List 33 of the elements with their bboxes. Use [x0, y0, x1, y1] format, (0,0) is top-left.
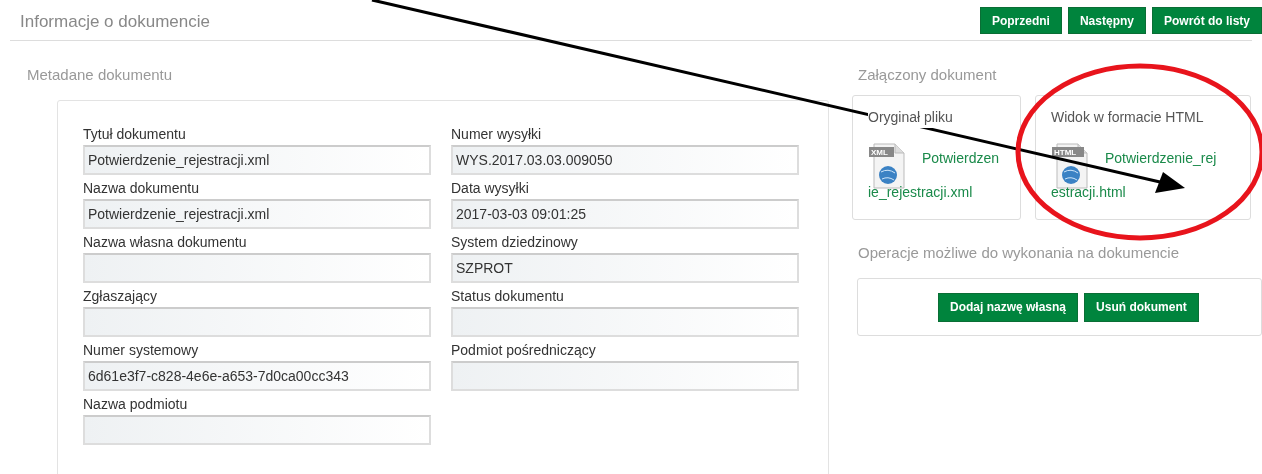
field-label: System dziedzinowy — [451, 232, 579, 251]
field-label: Numer systemowy — [83, 340, 200, 359]
field-label: Nazwa podmiotu — [83, 394, 189, 413]
field-label: Zgłaszający — [83, 286, 158, 305]
field-label: Nazwa dokumentu — [83, 178, 200, 197]
input-field[interactable]: Potwierdzenie_rejestracji.xml — [83, 144, 431, 175]
input-field[interactable]: 6d61e3f7-c828-4e6e-a653-7d0ca00cc343 — [83, 360, 431, 391]
input-field[interactable] — [451, 306, 799, 337]
field-label: Numer wysyłki — [451, 124, 543, 143]
section-title: Operacje możliwe do wykonania na dokumencie — [858, 242, 1180, 263]
input-field[interactable]: SZPROT — [451, 252, 799, 283]
input-field[interactable] — [83, 252, 431, 283]
nav-button[interactable]: Poprzedni — [979, 7, 1062, 34]
input-field[interactable]: 2017-03-03 09:01:25 — [451, 198, 799, 229]
file-link[interactable]: HTML Potwierdzenie_rejestracji.html — [1051, 140, 1240, 209]
section-title: Załączony dokument — [858, 65, 998, 85]
input-field[interactable]: Potwierdzenie_rejestracji.xml — [83, 198, 431, 229]
field-label: Nazwa własna dokumentu — [83, 232, 248, 251]
input-field[interactable] — [83, 414, 431, 445]
file-link[interactable]: XML Potwierdzenie_rejestracji.xml — [868, 140, 1010, 209]
nav-button[interactable]: Następny — [1067, 7, 1146, 34]
operation-button[interactable]: Dodaj nazwę własną — [938, 292, 1079, 322]
input-field[interactable]: WYS.2017.03.03.009050 — [451, 144, 799, 175]
field-label: Podmiot pośredniczący — [451, 340, 597, 359]
input-field[interactable] — [451, 360, 799, 391]
operation-button[interactable]: Usuń dokument — [1084, 292, 1199, 322]
input-field[interactable] — [83, 306, 431, 337]
field-label: Status dokumentu — [451, 286, 565, 305]
nav-button[interactable]: Powrót do listy — [1152, 7, 1262, 34]
section-title: Metadane dokumentu — [27, 65, 174, 85]
page-title: Informacje o dokumencie — [20, 10, 210, 33]
field-label: Data wysyłki — [451, 178, 530, 197]
field-label: Tytuł dokumentu — [83, 124, 187, 143]
